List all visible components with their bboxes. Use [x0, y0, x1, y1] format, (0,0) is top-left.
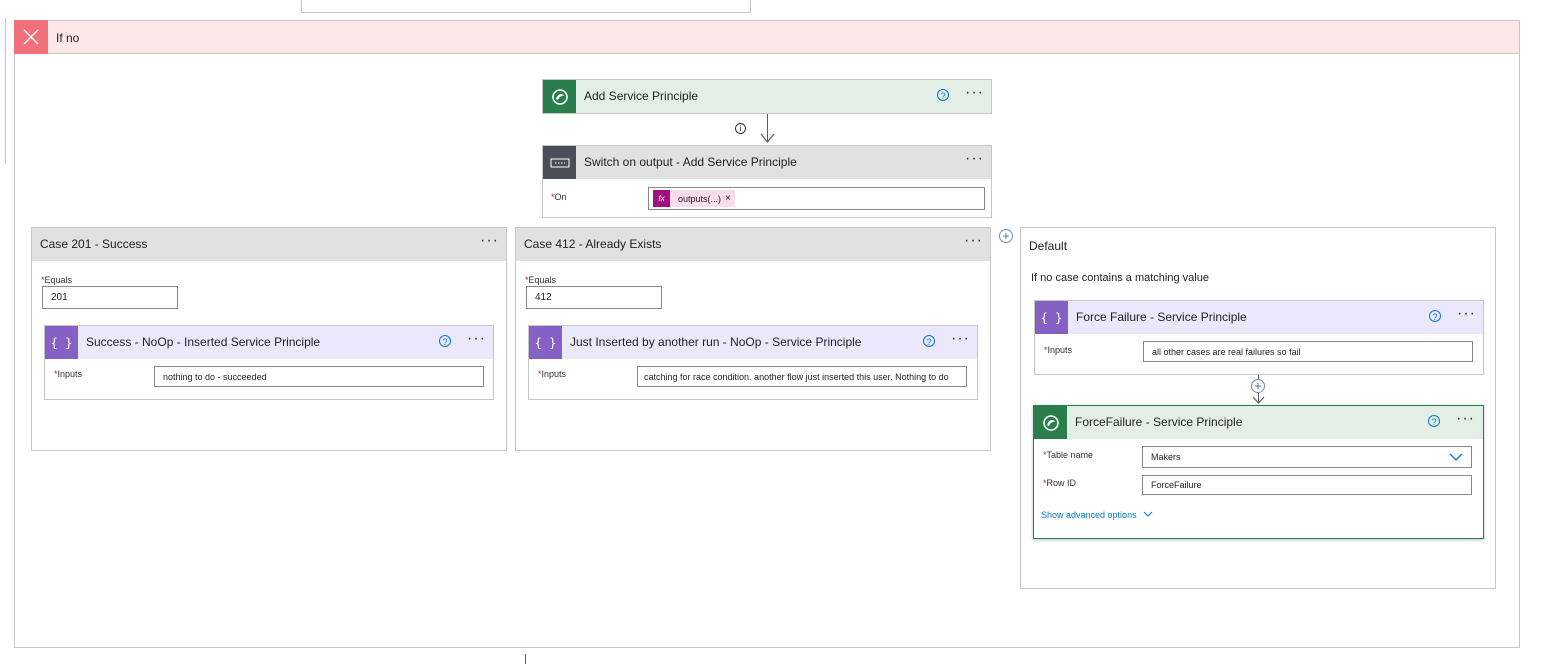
case-title: Case 201 - Success: [40, 237, 148, 251]
arrow-down-icon: [1252, 396, 1265, 404]
action-title: Success - NoOp - Inserted Service Princi…: [86, 335, 321, 349]
on-field[interactable]: fx outputs(...) ×: [648, 187, 985, 210]
default-title: Default: [1029, 239, 1068, 253]
dataverse-icon: [1034, 406, 1067, 439]
more-options-icon[interactable]: ···: [480, 233, 499, 249]
case-header[interactable]: Case 412 - Already Exists ···: [516, 228, 990, 261]
help-icon[interactable]: ?: [1429, 310, 1441, 322]
if-no-header[interactable]: [14, 20, 1520, 54]
default-section: Default If no case contains a matching v…: [1020, 227, 1496, 589]
inputs-label: *Inputs: [1044, 345, 1073, 355]
action-title: ForceFailure - Service Principle: [1075, 415, 1243, 429]
inputs-label: *Inputs: [54, 369, 83, 379]
more-options-icon[interactable]: ···: [467, 331, 486, 347]
more-options-icon[interactable]: ···: [965, 151, 984, 167]
expression-token[interactable]: fx outputs(...) ×: [653, 190, 735, 207]
action-header: { } Force Failure - Service Principle ? …: [1035, 301, 1483, 334]
inputs-field[interactable]: nothing to do - succeeded: [154, 366, 484, 387]
case-title: Case 412 - Already Exists: [524, 237, 662, 251]
add-service-principle-card[interactable]: Add Service Principle ? ···: [542, 79, 992, 114]
row-id-field[interactable]: ForceFailure: [1142, 475, 1472, 495]
table-name-label: *Table name: [1043, 450, 1094, 460]
force-failure-dataverse-card[interactable]: ForceFailure - Service Principle ? ··· *…: [1033, 405, 1484, 539]
table-name-value: Makers: [1151, 452, 1181, 462]
compose-icon: { }: [529, 326, 562, 359]
on-label: *On: [551, 192, 567, 202]
compose-icon: { }: [1035, 301, 1068, 334]
help-icon[interactable]: ?: [923, 335, 935, 347]
switch-card[interactable]: Switch on output - Add Service Principle…: [542, 145, 992, 218]
action-title: Just Inserted by another run - NoOp - Se…: [570, 335, 862, 349]
left-panel-edge: [0, 18, 6, 164]
arrow-down-icon: [760, 133, 775, 143]
chevron-down-icon: [1449, 453, 1463, 461]
switch-icon: [543, 146, 576, 179]
card-title: Add Service Principle: [584, 89, 699, 103]
bottom-connector-line: [525, 654, 526, 664]
inputs-field[interactable]: catching for race condition. another flo…: [637, 366, 967, 387]
equals-field[interactable]: 201: [42, 286, 178, 309]
action-title: Force Failure - Service Principle: [1076, 310, 1247, 324]
add-case-button[interactable]: +: [999, 229, 1013, 243]
previous-card-edge: [301, 0, 751, 13]
more-options-icon[interactable]: ···: [951, 331, 970, 347]
action-header: { } Just Inserted by another run - NoOp …: [529, 326, 977, 359]
dataverse-icon: [543, 80, 576, 113]
insert-step-button[interactable]: +: [1251, 379, 1265, 393]
inputs-label: *Inputs: [538, 369, 567, 379]
inputs-field[interactable]: all other cases are real failures so fai…: [1143, 341, 1473, 362]
already-exists-noop-card[interactable]: { } Just Inserted by another run - NoOp …: [528, 325, 978, 400]
action-header: ForceFailure - Service Principle ? ···: [1034, 406, 1483, 439]
case-201-section: Case 201 - Success ··· *Equals 201 { } S…: [31, 227, 507, 451]
more-options-icon[interactable]: ···: [1457, 306, 1476, 322]
force-failure-compose-card[interactable]: { } Force Failure - Service Principle ? …: [1034, 300, 1484, 375]
equals-label: *Equals: [525, 275, 557, 285]
chevron-down-icon: [1143, 511, 1153, 517]
more-options-icon[interactable]: ···: [964, 233, 983, 249]
token-remove-icon[interactable]: ×: [725, 193, 735, 204]
close-icon: [14, 20, 48, 54]
scope-title: If no: [56, 31, 80, 45]
help-icon[interactable]: ?: [937, 89, 949, 101]
more-options-icon[interactable]: ···: [1456, 411, 1475, 427]
show-advanced-options-link[interactable]: Show advanced options: [1041, 510, 1153, 520]
card-title: Switch on output - Add Service Principle: [584, 155, 797, 169]
function-icon: fx: [653, 190, 670, 207]
token-label: outputs(...): [678, 193, 722, 204]
default-subtitle: If no case contains a matching value: [1031, 272, 1209, 284]
case-header[interactable]: Case 201 - Success ···: [32, 228, 506, 261]
more-options-icon[interactable]: ···: [965, 85, 984, 101]
switch-header: Switch on output - Add Service Principle…: [543, 146, 991, 179]
action-header: { } Success - NoOp - Inserted Service Pr…: [45, 326, 493, 359]
help-icon[interactable]: ?: [1428, 415, 1440, 427]
row-id-label: *Row ID: [1043, 478, 1077, 488]
compose-icon: { }: [45, 326, 78, 359]
equals-label: *Equals: [41, 275, 73, 285]
table-name-dropdown[interactable]: Makers: [1142, 446, 1472, 468]
success-noop-card[interactable]: { } Success - NoOp - Inserted Service Pr…: [44, 325, 494, 400]
equals-field[interactable]: 412: [526, 286, 662, 309]
case-412-section: Case 412 - Already Exists ··· *Equals 41…: [515, 227, 991, 451]
info-icon[interactable]: i: [735, 123, 746, 134]
help-icon[interactable]: ?: [439, 335, 451, 347]
